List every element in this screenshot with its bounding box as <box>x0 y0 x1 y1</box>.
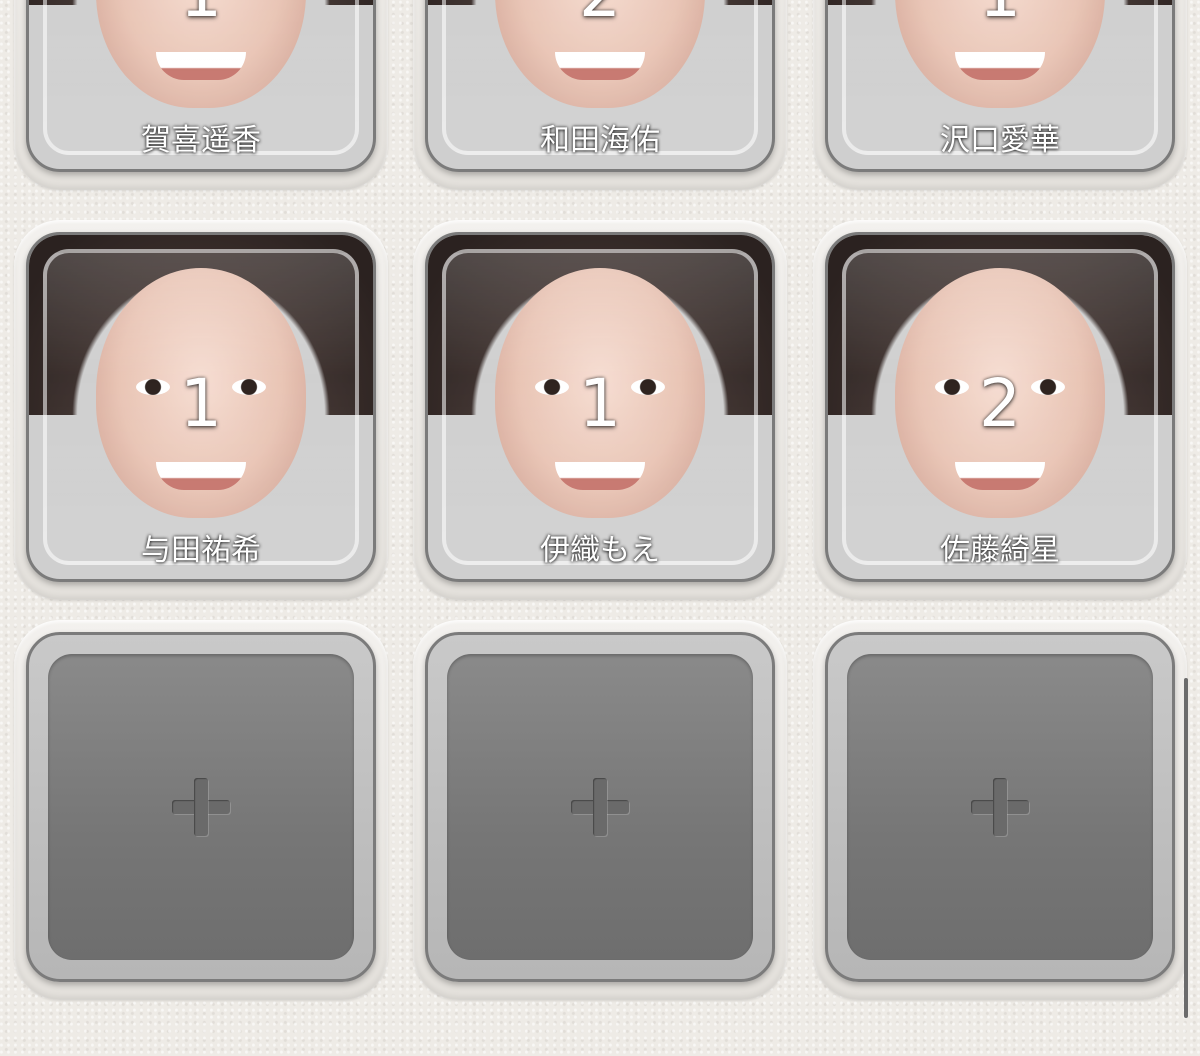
member-count: 2 <box>979 365 1021 442</box>
member-cell: 1 与田祐希 <box>14 220 388 600</box>
empty-slot <box>447 654 753 960</box>
scrollbar[interactable] <box>1184 678 1188 1018</box>
empty-slot <box>48 654 354 960</box>
plus-icon <box>571 778 629 836</box>
member-grid: 1 賀喜遥香 2 和田海佑 1 沢口愛華 1 <box>0 0 1200 1056</box>
add-member-button[interactable] <box>26 632 376 982</box>
member-cell: 1 沢口愛華 <box>813 0 1187 190</box>
add-member-button[interactable] <box>825 632 1175 982</box>
member-name: 佐藤綺星 <box>940 533 1060 568</box>
empty-cell <box>14 620 388 1000</box>
plus-icon <box>971 778 1029 836</box>
member-name: 和田海佑 <box>540 123 660 158</box>
add-member-button[interactable] <box>425 632 775 982</box>
member-tile[interactable]: 2 和田海佑 <box>425 0 775 172</box>
member-name: 伊織もえ <box>540 533 660 568</box>
member-tile[interactable]: 1 沢口愛華 <box>825 0 1175 172</box>
member-name: 与田祐希 <box>141 533 261 568</box>
member-count: 1 <box>579 365 621 442</box>
plus-icon <box>172 778 230 836</box>
member-count: 1 <box>180 365 222 442</box>
empty-slot <box>847 654 1153 960</box>
member-count: 2 <box>428 0 772 32</box>
member-tile[interactable]: 1 与田祐希 <box>26 232 376 582</box>
member-cell: 1 賀喜遥香 <box>14 0 388 190</box>
member-cell: 2 和田海佑 <box>413 0 787 190</box>
member-name: 賀喜遥香 <box>141 123 261 158</box>
member-tile[interactable]: 2 佐藤綺星 <box>825 232 1175 582</box>
member-cell: 2 佐藤綺星 <box>813 220 1187 600</box>
member-cell: 1 伊織もえ <box>413 220 787 600</box>
member-name: 沢口愛華 <box>940 123 1060 158</box>
empty-cell <box>413 620 787 1000</box>
empty-cell <box>813 620 1187 1000</box>
member-tile[interactable]: 1 賀喜遥香 <box>26 0 376 172</box>
member-tile[interactable]: 1 伊織もえ <box>425 232 775 582</box>
member-count: 1 <box>29 0 373 32</box>
member-count: 1 <box>828 0 1172 32</box>
